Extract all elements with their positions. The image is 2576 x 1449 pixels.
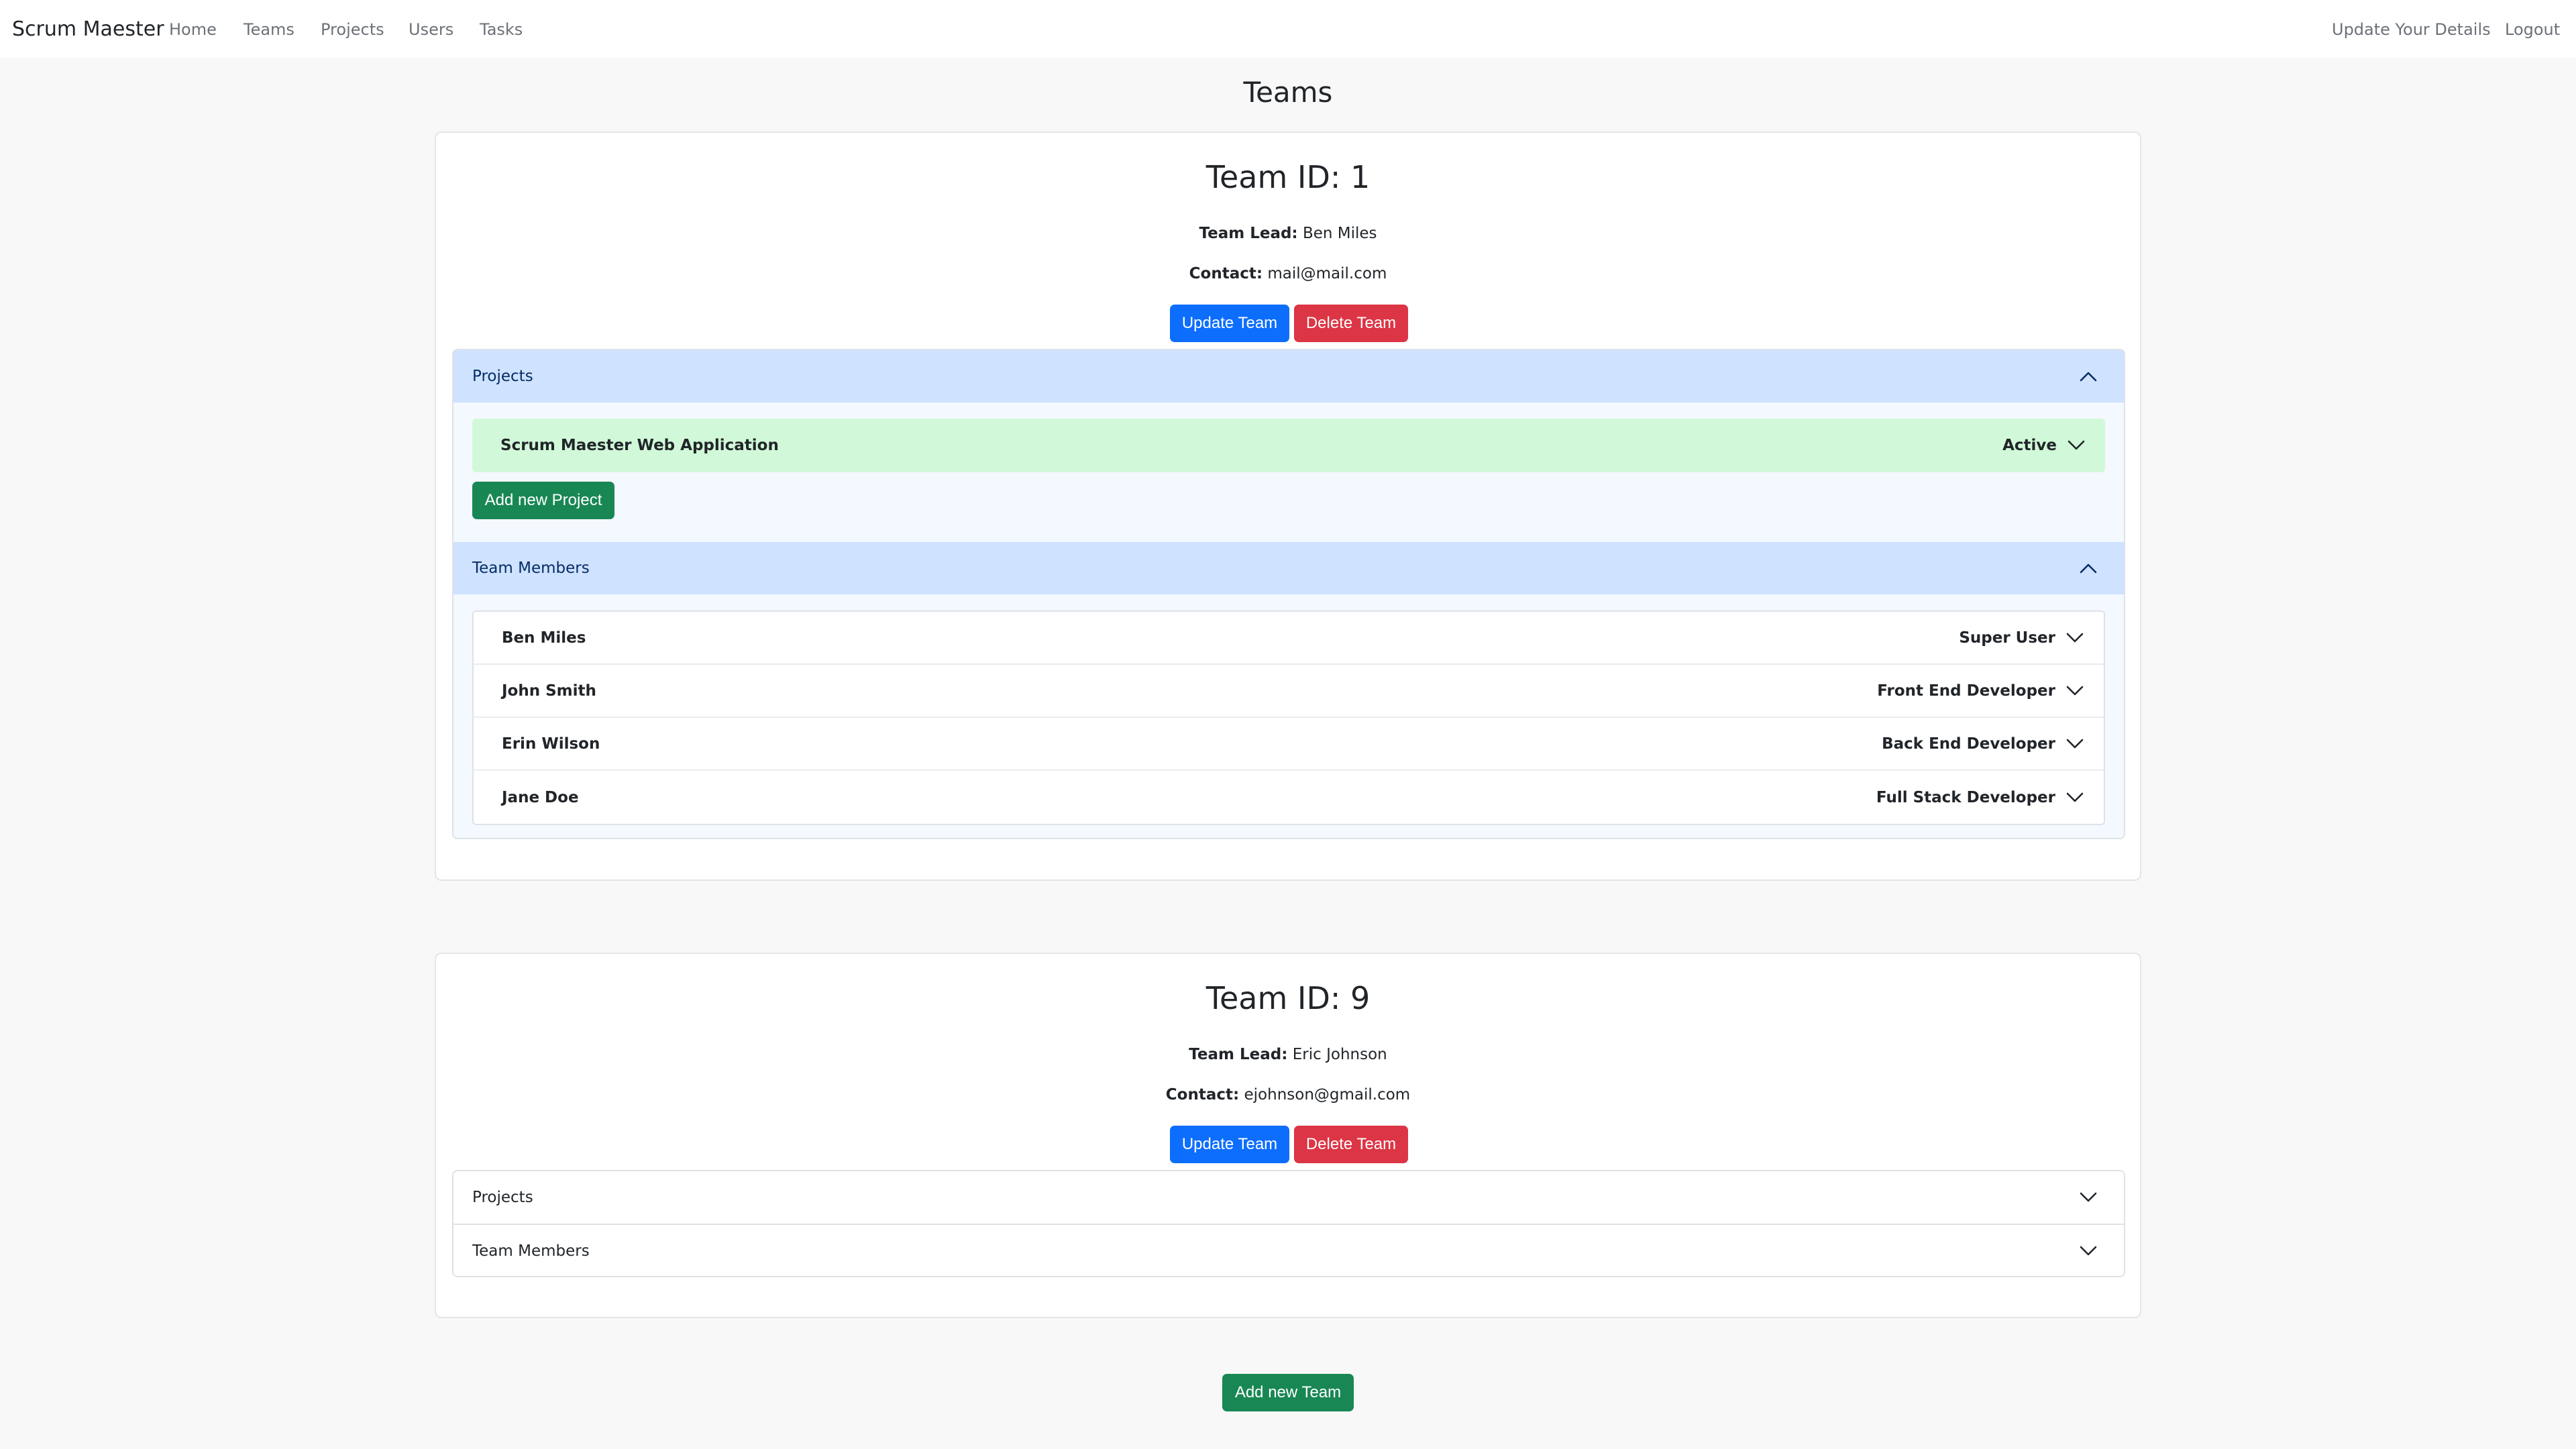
team-card: Team ID: 9 Team Lead: Eric Johnson Conta… bbox=[435, 953, 2141, 1318]
team-contact-line: Contact: ejohnson@gmail.com bbox=[436, 1084, 2140, 1106]
members-list: Ben Miles Super User John Smith Front En… bbox=[472, 610, 2105, 825]
add-team-button[interactable]: Add new Team bbox=[1222, 1374, 1354, 1411]
team-actions: Update Team Delete Team bbox=[436, 1126, 2140, 1163]
members-accordion-label: Team Members bbox=[472, 559, 590, 577]
team-contact-label: Contact: bbox=[1165, 1086, 1240, 1104]
members-accordion-label: Team Members bbox=[472, 1242, 590, 1260]
projects-accordion-label: Projects bbox=[472, 1189, 533, 1206]
team-accordion: Projects Scrum Maester Web Application A… bbox=[452, 349, 2125, 839]
chevron-down-icon bbox=[2066, 739, 2084, 749]
member-role-wrap: Back End Developer bbox=[1882, 718, 2084, 769]
nav-home-link[interactable]: Home bbox=[169, 19, 217, 40]
chevron-up-icon bbox=[2077, 350, 2100, 402]
update-team-button[interactable]: Update Team bbox=[1170, 305, 1289, 342]
member-row[interactable]: Erin Wilson Back End Developer bbox=[474, 718, 2104, 771]
project-status: Active bbox=[2002, 437, 2057, 454]
member-row[interactable]: John Smith Front End Developer bbox=[474, 665, 2104, 718]
members-accordion-body: Ben Miles Super User John Smith Front En… bbox=[453, 594, 2124, 838]
team-contact-label: Contact: bbox=[1189, 265, 1263, 282]
team-lead-line: Team Lead: Ben Miles bbox=[436, 223, 2140, 244]
member-row[interactable]: Ben Miles Super User bbox=[474, 612, 2104, 665]
member-role-wrap: Front End Developer bbox=[1877, 665, 2084, 716]
project-item[interactable]: Scrum Maester Web Application Active bbox=[472, 419, 2105, 472]
team-contact-line: Contact: mail@mail.com bbox=[436, 263, 2140, 284]
member-name: Erin Wilson bbox=[502, 735, 600, 753]
team-lead-label: Team Lead: bbox=[1189, 1046, 1288, 1063]
project-status-wrap: Active bbox=[2002, 419, 2085, 472]
projects-accordion-header[interactable]: Projects bbox=[453, 1171, 2124, 1224]
update-team-button[interactable]: Update Team bbox=[1170, 1126, 1289, 1163]
chevron-down-icon bbox=[2066, 686, 2084, 696]
member-name: Jane Doe bbox=[502, 788, 579, 806]
member-role-wrap: Full Stack Developer bbox=[1876, 771, 2084, 824]
member-role-wrap: Super User bbox=[1959, 612, 2084, 663]
member-role: Full Stack Developer bbox=[1876, 788, 2055, 806]
nav-teams-link[interactable]: Teams bbox=[244, 19, 294, 40]
chevron-down-icon bbox=[2066, 792, 2084, 803]
team-contact-value: mail@mail.com bbox=[1267, 265, 1387, 282]
nav-update-details-link[interactable]: Update Your Details bbox=[2332, 19, 2491, 40]
nav-tasks-link[interactable]: Tasks bbox=[480, 19, 523, 40]
team-actions: Update Team Delete Team bbox=[436, 305, 2140, 342]
delete-team-button[interactable]: Delete Team bbox=[1294, 305, 1408, 342]
member-name: Ben Miles bbox=[502, 629, 586, 647]
team-lead-label: Team Lead: bbox=[1199, 225, 1298, 242]
member-name: John Smith bbox=[502, 682, 596, 700]
member-role: Back End Developer bbox=[1882, 735, 2055, 753]
member-row[interactable]: Jane Doe Full Stack Developer bbox=[474, 771, 2104, 824]
add-project-button[interactable]: Add new Project bbox=[472, 482, 614, 519]
project-name: Scrum Maester Web Application bbox=[500, 437, 779, 454]
team-card: Team ID: 1 Team Lead: Ben Miles Contact:… bbox=[435, 131, 2141, 881]
nav-logout-link[interactable]: Logout bbox=[2505, 19, 2560, 40]
navbar: Scrum Maester Home Teams Projects Users … bbox=[0, 0, 2576, 58]
members-accordion-header[interactable]: Team Members bbox=[453, 1225, 2124, 1276]
page-title: Teams bbox=[1243, 76, 1333, 109]
team-lead-line: Team Lead: Eric Johnson bbox=[436, 1044, 2140, 1065]
nav-users-link[interactable]: Users bbox=[409, 19, 453, 40]
team-title: Team ID: 9 bbox=[1205, 980, 1371, 1016]
projects-accordion-label: Projects bbox=[472, 368, 533, 385]
chevron-down-icon bbox=[2077, 1225, 2100, 1276]
team-contact-value: ejohnson@gmail.com bbox=[1244, 1086, 1411, 1104]
team-title: Team ID: 1 bbox=[1205, 159, 1371, 195]
chevron-down-icon bbox=[2077, 1171, 2100, 1224]
team-lead-value: Ben Miles bbox=[1302, 225, 1377, 242]
brand-link[interactable]: Scrum Maester bbox=[12, 16, 164, 43]
team-accordion: Projects Team Members bbox=[452, 1170, 2125, 1277]
members-accordion-header[interactable]: Team Members bbox=[453, 542, 2124, 594]
member-role: Super User bbox=[1959, 629, 2055, 647]
chevron-up-icon bbox=[2077, 542, 2100, 594]
team-lead-value: Eric Johnson bbox=[1292, 1046, 1387, 1063]
chevron-down-icon bbox=[2066, 633, 2084, 643]
chevron-down-icon bbox=[2068, 440, 2085, 451]
delete-team-button[interactable]: Delete Team bbox=[1294, 1126, 1408, 1163]
projects-accordion-body: Scrum Maester Web Application Active Add… bbox=[453, 402, 2124, 542]
nav-projects-link[interactable]: Projects bbox=[321, 19, 384, 40]
member-role: Front End Developer bbox=[1877, 682, 2055, 700]
projects-accordion-header[interactable]: Projects bbox=[453, 350, 2124, 402]
